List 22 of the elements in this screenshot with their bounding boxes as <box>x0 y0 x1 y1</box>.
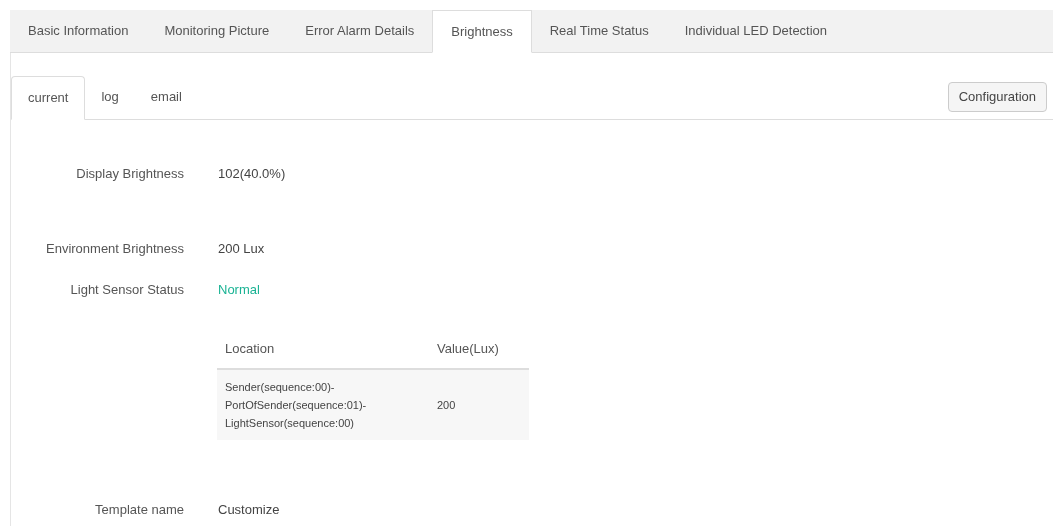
tab[interactable]: Individual LED Detection <box>666 9 846 52</box>
configuration-button[interactable]: Configuration <box>947 82 1047 112</box>
table-cell-text: 200 <box>437 397 456 413</box>
column-header: Value(Lux) <box>437 340 499 359</box>
field-label: Template name <box>95 501 184 519</box>
field-value: 102(40.0%) <box>218 165 286 183</box>
field-value: Normal <box>218 281 260 299</box>
sub-tab[interactable]: current <box>11 76 86 120</box>
tab[interactable]: Real Time Status <box>531 9 667 52</box>
sub-tab[interactable]: email <box>134 75 198 119</box>
tab[interactable]: Brightness <box>432 10 532 53</box>
tab[interactable]: Error Alarm Details <box>287 9 433 52</box>
field-label: Light Sensor Status <box>70 281 184 299</box>
field-value: Customize <box>218 501 280 519</box>
column-header: Location <box>225 340 276 359</box>
table-cell-text: Sender(sequence:00)-PortOfSender(sequence:01)-LightSensor(sequence:00) <box>225 380 368 431</box>
field-label: Display Brightness <box>76 165 184 183</box>
tab[interactable]: Basic Information <box>10 9 147 52</box>
tab[interactable]: Monitoring Picture <box>146 9 288 52</box>
sub-tab[interactable]: log <box>85 75 135 119</box>
field-label: Environment Brightness <box>45 240 184 258</box>
field-value: 200 Lux <box>218 240 265 258</box>
